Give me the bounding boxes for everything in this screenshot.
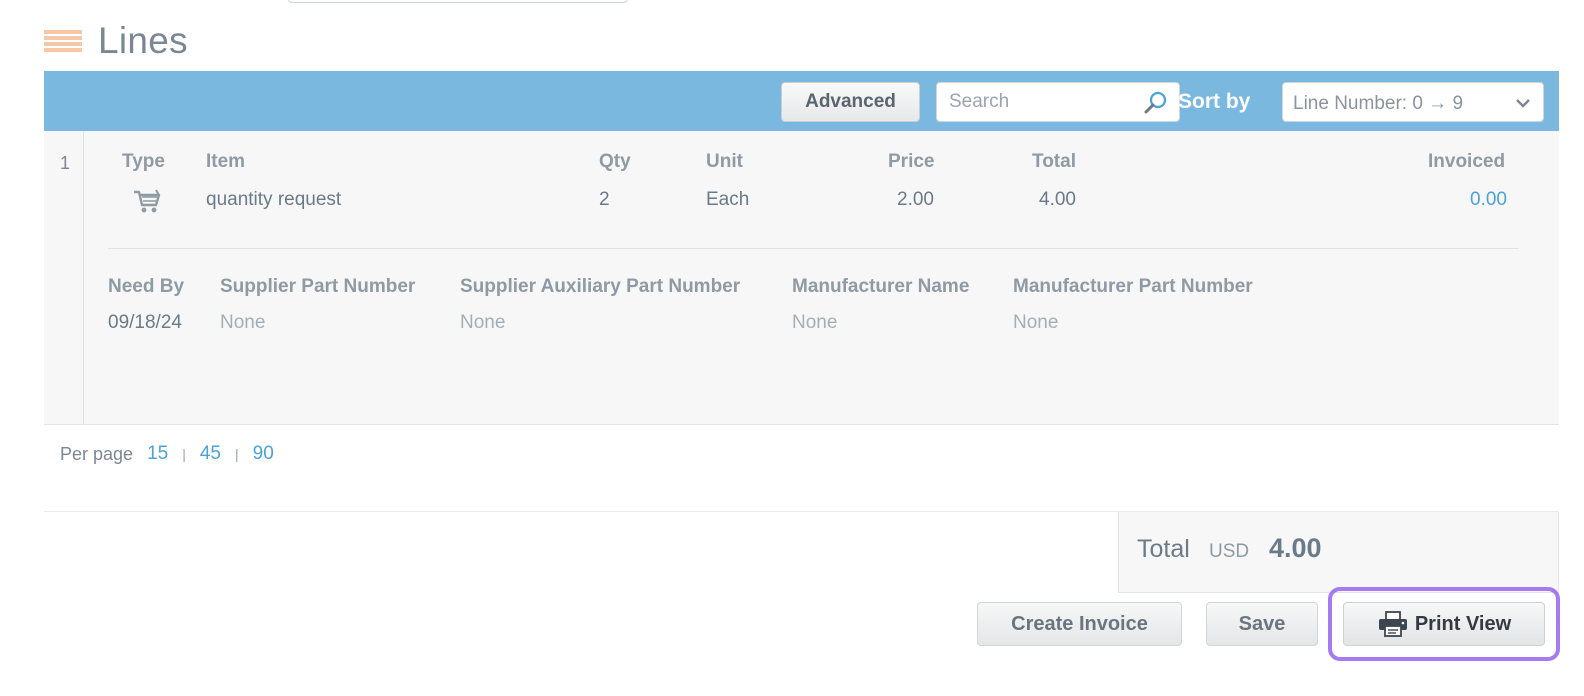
chevron-down-icon [1516,99,1530,108]
create-invoice-button[interactable]: Create Invoice [977,602,1182,646]
total-currency: USD [1209,541,1250,562]
price-value: 2.00 [897,189,934,210]
need-by-value: 09/18/24 [108,312,182,333]
print-view-highlight: Print View [1328,587,1560,661]
shopping-cart-icon [134,189,161,213]
line-divider [108,248,1519,249]
print-view-button[interactable]: Print View [1343,602,1545,646]
qty-header: Qty [599,151,631,172]
print-view-label: Print View [1414,612,1512,635]
supplier-aux-part-number-header: Supplier Auxiliary Part Number [460,276,741,297]
search-box [936,82,1180,122]
printer-icon [1378,611,1407,637]
per-page-label: Per page [60,443,134,464]
lines-section-icon [44,30,82,52]
qty-value: 2 [599,189,610,210]
lines-toolbar: Advanced Sort by Line Number: 0 → 9 [44,71,1559,131]
total-label: Total [1137,535,1190,563]
sort-label: Sort by [1178,90,1251,113]
section-title: Lines [98,20,188,61]
top-input-stub[interactable] [288,0,628,3]
type-header: Type [122,151,165,172]
per-page-90[interactable]: 90 [253,443,274,465]
line-item-panel: 1 Type Item Qty Unit Price Total Invoice… [44,131,1559,425]
per-page-selector: Per page 15 | 45 | 90 [60,443,278,465]
manufacturer-name-header: Manufacturer Name [792,276,970,297]
invoiced-header: Invoiced [1428,151,1506,172]
search-input[interactable] [937,83,1137,121]
save-button[interactable]: Save [1206,602,1318,646]
total-amount: 4.00 [1269,533,1322,563]
total-value: 4.00 [1039,189,1076,210]
manufacturer-part-number-header: Manufacturer Part Number [1013,276,1253,297]
item-header: Item [206,151,246,172]
invoiced-link[interactable]: 0.00 [1470,189,1507,211]
need-by-header: Need By [108,276,185,297]
total-header: Total [1032,151,1076,172]
supplier-aux-part-number-value: None [460,312,506,333]
manufacturer-name-value: None [792,312,838,333]
search-icon[interactable] [1143,90,1169,116]
sort-value: Line Number: 0 → 9 [1293,93,1464,114]
per-page-separator: | [234,446,239,462]
line-number: 1 [60,153,71,173]
unit-header: Unit [706,151,743,172]
per-page-separator: | [182,446,186,462]
per-page-15[interactable]: 15 [147,443,168,465]
per-page-45[interactable]: 45 [200,443,221,465]
manufacturer-part-number-value: None [1013,312,1059,333]
supplier-part-number-value: None [220,312,266,333]
total-summary: Total USD 4.00 [1118,512,1559,593]
sort-select[interactable]: Line Number: 0 → 9 [1282,82,1544,122]
lines-section-header: Lines [44,20,188,62]
item-value: quantity request [206,189,342,210]
unit-value: Each [706,189,750,210]
advanced-button[interactable]: Advanced [781,82,920,122]
price-header: Price [888,151,935,172]
line-number-column: 1 [44,131,84,425]
supplier-part-number-header: Supplier Part Number [220,276,416,297]
